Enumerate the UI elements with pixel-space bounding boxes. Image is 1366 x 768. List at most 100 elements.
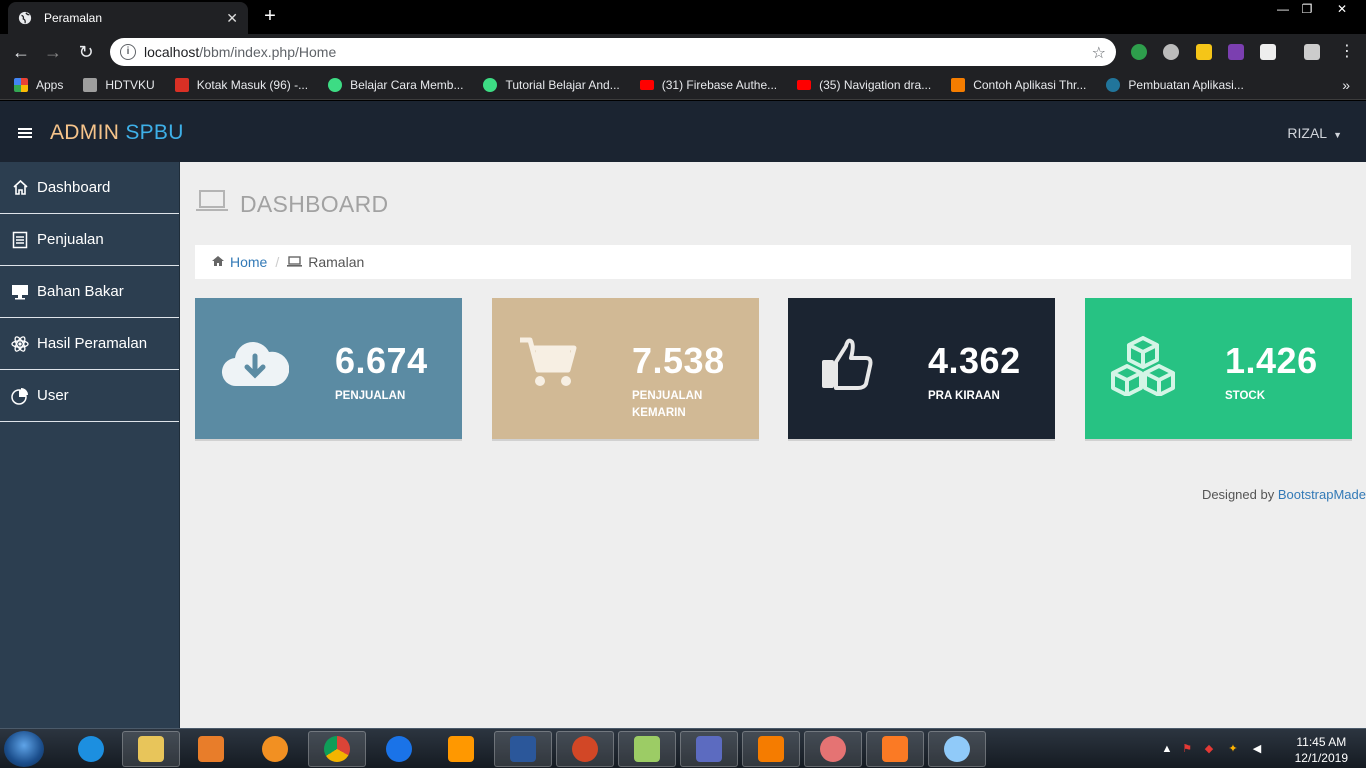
bookmarks-bar: Apps HDTVKU Kotak Masuk (96) -... Belaja… — [0, 70, 1366, 100]
bookmark-item[interactable]: Pembuatan Aplikasi... — [1106, 77, 1244, 92]
security-icon[interactable]: ◆ — [1202, 742, 1216, 756]
stat-value: 1.426 — [1225, 340, 1318, 381]
bookmark-item[interactable]: Kotak Masuk (96) -... — [174, 77, 308, 92]
bookmark-item[interactable]: (35) Navigation dra... — [797, 78, 931, 92]
cubes-icon — [1105, 336, 1181, 401]
stat-value: 7.538 — [632, 340, 725, 381]
youtube-icon — [639, 79, 654, 90]
taskbar-powerpoint-icon[interactable] — [556, 731, 614, 767]
taskbar-pdf-icon[interactable] — [742, 731, 800, 767]
page-title-text: DASHBOARD — [240, 190, 389, 217]
volume-icon[interactable]: ◀ — [1250, 742, 1264, 756]
list-icon — [11, 231, 29, 249]
start-button[interactable] — [4, 731, 44, 767]
sidebar-item-hasil-peramalan[interactable]: Hasil Peramalan — [0, 318, 179, 370]
bookmark-item[interactable]: HDTVKU — [83, 77, 155, 92]
taskbar-uc-browser-icon[interactable] — [246, 731, 304, 767]
taskbar-paint-icon[interactable] — [928, 731, 986, 767]
page-title: DASHBOARD — [196, 190, 388, 218]
extension-icon[interactable] — [1228, 44, 1244, 60]
restore-icon[interactable]: ❐ — [1296, 0, 1318, 20]
apps-grid-icon — [14, 77, 28, 92]
footer-link[interactable]: BootstrapMade — [1278, 487, 1366, 502]
tab-close-icon[interactable]: ✕ — [226, 10, 238, 27]
bookmark-item[interactable]: Belajar Cara Memb... — [328, 77, 463, 92]
taskbar-notes-icon[interactable] — [618, 731, 676, 767]
globe-icon — [18, 11, 32, 25]
desktop-icon — [11, 283, 29, 301]
bookmark-item[interactable]: Apps — [14, 77, 63, 92]
reload-icon[interactable]: ↻ — [75, 41, 97, 63]
info-icon[interactable]: i — [120, 44, 136, 60]
url-host: localhost — [144, 44, 200, 60]
brand-logo[interactable]: ADMIN SPBU — [50, 121, 184, 145]
taskbar-media-icon[interactable] — [182, 731, 240, 767]
sidebar-item-label: User — [37, 387, 69, 404]
tray-expand-icon[interactable]: ▲ — [1160, 742, 1174, 756]
sidebar-item-user[interactable]: User — [0, 370, 179, 422]
stat-value: 4.362 — [928, 340, 1021, 381]
bookmark-favicon-icon — [83, 77, 98, 92]
network-icon[interactable]: ✦ — [1226, 742, 1240, 756]
taskbar-ie-icon[interactable] — [62, 731, 120, 767]
browser-tab[interactable]: Peramalan ✕ — [8, 2, 248, 34]
extension-icon[interactable] — [1196, 44, 1212, 60]
extension-icon[interactable] — [1304, 44, 1320, 60]
taskbar-snipping-icon[interactable] — [804, 731, 862, 767]
user-name: RIZAL — [1287, 125, 1328, 141]
menu-dots-icon[interactable]: ⋮ — [1336, 41, 1358, 63]
taskbar-sublime-icon[interactable] — [432, 731, 490, 767]
bookmark-item[interactable]: (31) Firebase Authe... — [639, 78, 777, 92]
new-tab-icon[interactable]: + — [258, 5, 282, 29]
footer-text: Designed by — [1201, 487, 1278, 502]
youtube-icon — [797, 79, 812, 90]
window-close-icon[interactable]: ✕ — [1320, 0, 1364, 20]
breadcrumb-separator: / — [275, 254, 280, 270]
forward-icon[interactable]: → — [42, 41, 64, 63]
laptop-icon — [287, 254, 303, 270]
pie-chart-icon — [11, 387, 29, 405]
minimize-icon[interactable]: — — [1272, 0, 1294, 20]
taskbar-explorer-icon[interactable] — [122, 731, 180, 767]
clock-date: 12/1/2019 — [1294, 751, 1348, 765]
stat-label: PENJUALAN KEMARIN — [632, 390, 703, 419]
bookmark-item[interactable]: Contoh Aplikasi Thr... — [951, 77, 1086, 92]
hamburger-icon[interactable] — [18, 128, 32, 138]
address-bar[interactable]: i localhost/bbm/index.php/Home ☆ — [110, 38, 1116, 66]
stat-label: PRA KIRAAN — [928, 390, 1000, 402]
breadcrumb-home-link[interactable]: Home — [230, 254, 267, 270]
user-menu[interactable]: RIZAL ▼ — [1287, 125, 1342, 141]
cloud-download-icon — [221, 336, 290, 393]
extension-icon[interactable] — [1163, 44, 1179, 60]
stat-label: PENJUALAN — [335, 390, 406, 402]
home-icon — [11, 179, 29, 197]
sidebar-item-bahan-bakar[interactable]: Bahan Bakar — [0, 266, 179, 318]
network-flag-icon[interactable]: ⚑ — [1180, 742, 1194, 756]
taskbar-chrome-icon[interactable] — [308, 731, 366, 767]
star-icon[interactable]: ☆ — [1092, 43, 1106, 63]
taskbar-word-icon[interactable] — [494, 731, 552, 767]
system-tray: ▲ ⚑ ◆ ✦ ◀ 11:45 AM 12/1/2019 — [1156, 729, 1366, 768]
sidebar-item-label: Hasil Peramalan — [37, 335, 148, 352]
brand-admin: ADMIN — [50, 121, 120, 144]
bookmarks-overflow-icon[interactable]: » — [1342, 77, 1350, 93]
breadcrumb: Home / Ramalan — [195, 245, 1351, 279]
taskbar-location-icon[interactable] — [370, 731, 428, 767]
wordpress-icon — [1106, 77, 1121, 92]
taskbar-xampp-icon[interactable] — [866, 731, 924, 767]
taskbar-clock[interactable]: 11:45 AM 12/1/2019 — [1295, 734, 1348, 766]
stat-label: STOCK — [1225, 390, 1266, 402]
bookmark-item[interactable]: Tutorial Belajar And... — [483, 77, 620, 92]
tab-title: Peramalan — [44, 11, 103, 25]
extension-icon[interactable] — [1131, 44, 1147, 60]
laptop-icon — [196, 190, 228, 218]
extension-icon[interactable] — [1260, 44, 1276, 60]
back-icon[interactable]: ← — [10, 41, 32, 63]
sidebar-item-penjualan[interactable]: Penjualan — [0, 214, 179, 266]
home-icon — [211, 254, 225, 270]
stat-card-pra-kiraan: 4.362 PRA KIRAAN — [788, 298, 1055, 439]
app-header: ADMIN SPBU RIZAL ▼ — [0, 101, 1366, 162]
brand-spbu: SPBU — [125, 121, 184, 144]
taskbar-app-icon[interactable] — [680, 731, 738, 767]
sidebar-item-dashboard[interactable]: Dashboard — [0, 162, 179, 214]
